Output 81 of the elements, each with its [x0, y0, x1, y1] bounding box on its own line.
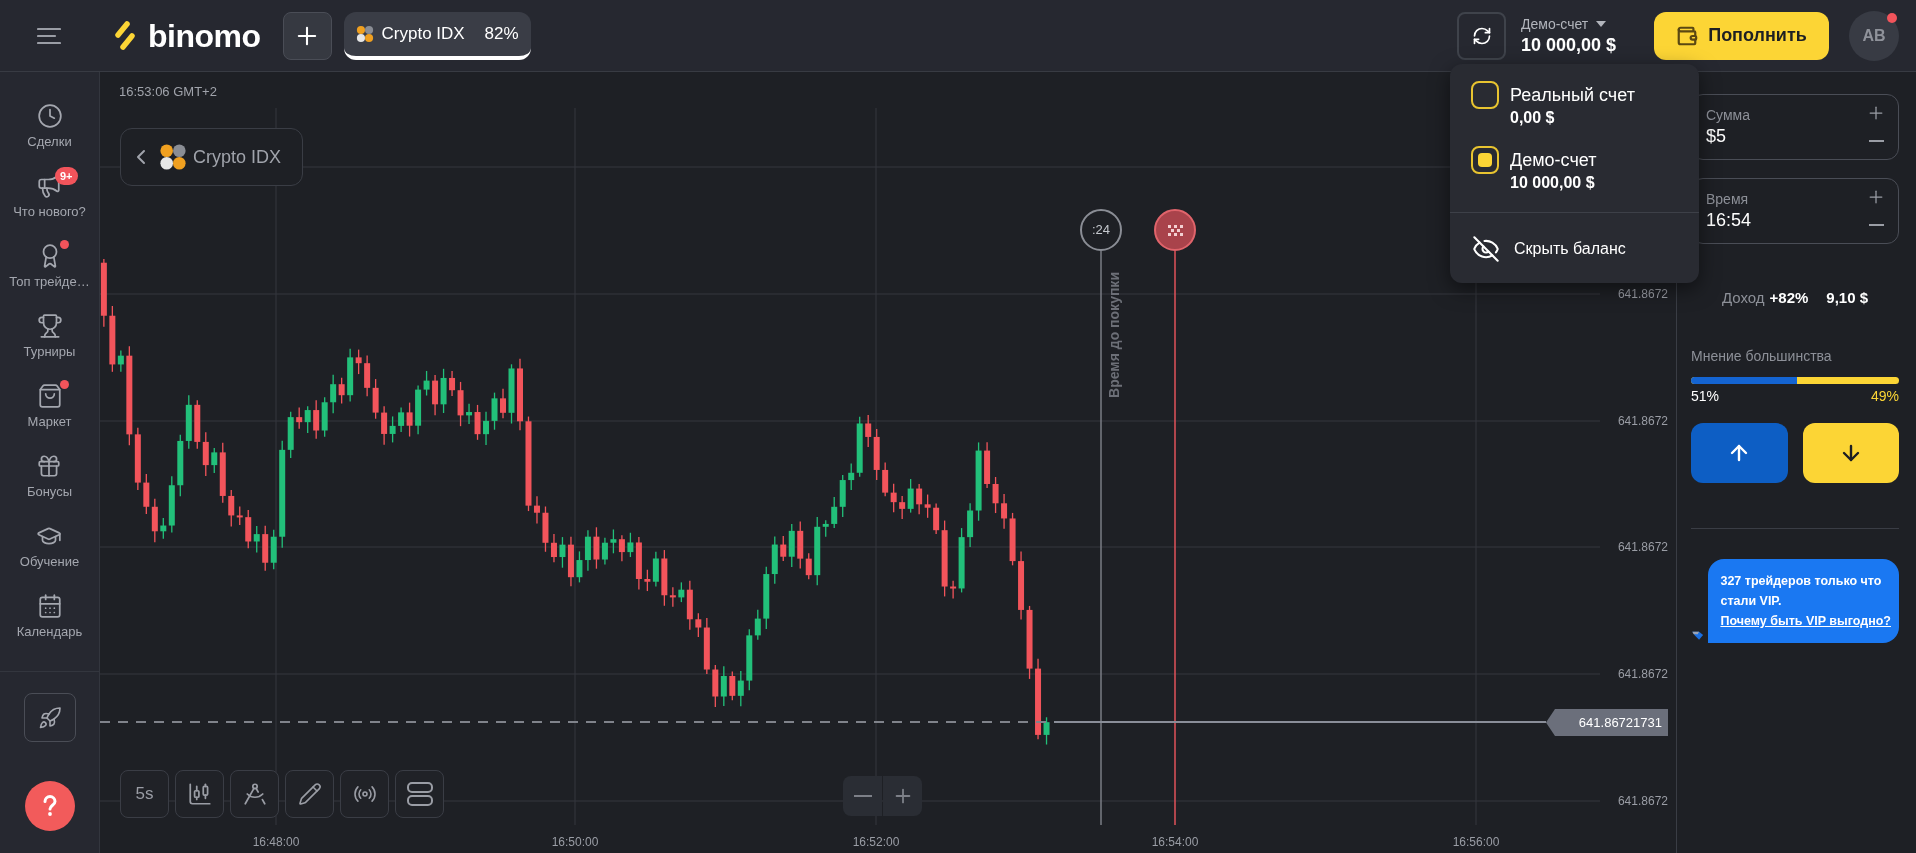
countdown-timer: :24 [1080, 209, 1122, 251]
asset-tab[interactable]: Crypto IDX 82% [343, 11, 531, 60]
trophy-icon [36, 313, 63, 339]
zoom-out-button[interactable] [843, 776, 882, 816]
rocket-button[interactable] [23, 693, 76, 742]
price-axis-label: 641.8672 [1617, 286, 1668, 302]
layout-button[interactable] [395, 770, 444, 818]
drawing-tools-button[interactable] [230, 770, 279, 818]
logo-icon [114, 20, 136, 51]
notification-badge: 9+ [55, 167, 78, 185]
time-axis-label: 16:54:00 [1151, 834, 1199, 850]
logo-text: binomo [148, 19, 261, 52]
field-value: $5 [1706, 125, 1728, 148]
chart-type-button[interactable] [175, 770, 224, 818]
radio-button[interactable] [1471, 81, 1499, 109]
sidebar-item[interactable]: Бонусы [26, 447, 73, 507]
gift-icon [36, 453, 63, 479]
price-axis-label: 641.8672 [1617, 666, 1668, 682]
sidebar-item[interactable]: Обучение [19, 517, 80, 577]
question-mark-icon [41, 795, 58, 817]
down-percent: 49% [1870, 387, 1899, 405]
account-option[interactable]: Демо-счет 10 000,00 $ [1471, 148, 1678, 194]
timeframe-button[interactable]: 5s [120, 770, 169, 818]
purchase-deadline-label: Время до покупки [1106, 272, 1122, 398]
radio-button[interactable] [1471, 146, 1499, 174]
vip-message: 327 трейдеров только что стали VIP. Почему быть VIP выгодно? [1720, 573, 1891, 630]
current-price-tag: 641.86721731 [1546, 709, 1668, 736]
sidebar-item[interactable]: Сделки [27, 97, 72, 157]
pencil-button[interactable] [285, 770, 334, 818]
help-button[interactable] [24, 781, 75, 831]
up-percent: 51% [1691, 387, 1720, 405]
time-axis-label: 16:50:00 [551, 834, 599, 850]
asset-back-button[interactable]: Crypto IDX [120, 128, 303, 186]
calendar-icon [36, 593, 63, 619]
sidebar-item[interactable]: Турниры [23, 307, 76, 367]
caret-icon [1596, 20, 1607, 27]
time-axis-label: 16:56:00 [1452, 834, 1500, 850]
field-label: Время [1706, 190, 1750, 208]
profit-amount: 9,10 $ [1826, 289, 1869, 307]
clock-icon [36, 103, 63, 129]
price-axis-label: 641.8672 [1617, 539, 1668, 555]
rocket-icon [37, 705, 62, 730]
price-axis-label: 641.8672 [1617, 413, 1668, 429]
call-button[interactable] [1691, 423, 1788, 483]
put-button[interactable] [1802, 423, 1899, 483]
deposit-button[interactable]: Пополнить [1654, 11, 1829, 60]
time-axis-label: 16:52:00 [852, 834, 900, 850]
chart-clock: 16:53:06 GMT+2 [119, 84, 217, 100]
time-axis-label: 16:48:00 [252, 834, 300, 850]
sidebar-item[interactable]: Маркет [27, 377, 72, 437]
account-selector[interactable]: Демо-счет 10 000,00 $ [1521, 14, 1639, 57]
candlestick-icon [186, 781, 213, 807]
compass-icon [241, 781, 268, 807]
stacked-panels-icon [406, 782, 433, 806]
menu-icon [37, 26, 61, 45]
vip-benefits-link[interactable]: Почему быть VIP выгодно? [1720, 614, 1891, 628]
finish-flag-icon [1155, 210, 1195, 250]
add-asset-button[interactable] [282, 11, 332, 60]
eye-off-icon [1472, 235, 1500, 263]
avatar[interactable]: AB [1849, 10, 1899, 61]
minus-icon [853, 795, 872, 797]
sidebar-item[interactable]: Календарь [16, 587, 83, 647]
minus-icon [1868, 224, 1884, 226]
zoom-in-button[interactable] [883, 776, 922, 816]
shopping-bag-icon [36, 383, 63, 409]
price-axis-label: 641.8672 [1617, 793, 1668, 809]
field-label: Сумма [1706, 106, 1750, 124]
coins-icon [355, 24, 374, 43]
switch-account-button[interactable] [1457, 11, 1506, 60]
signals-button[interactable] [340, 770, 389, 818]
sidebar-item[interactable]: Топ трейде… [9, 237, 90, 297]
field-value: 16:54 [1706, 209, 1752, 232]
circular-arrows-icon [1471, 25, 1492, 46]
pencil-icon [297, 782, 322, 806]
profit-percent: +82% [1769, 289, 1809, 307]
wallet-icon [1676, 24, 1699, 47]
sentiment-title: Мнение большинства [1691, 347, 1833, 365]
coins-icon [159, 143, 187, 171]
account-option[interactable]: Реальный счет 0,00 $ [1471, 83, 1678, 129]
profit-label: Доход [1721, 289, 1765, 307]
minus-icon [1868, 140, 1884, 142]
